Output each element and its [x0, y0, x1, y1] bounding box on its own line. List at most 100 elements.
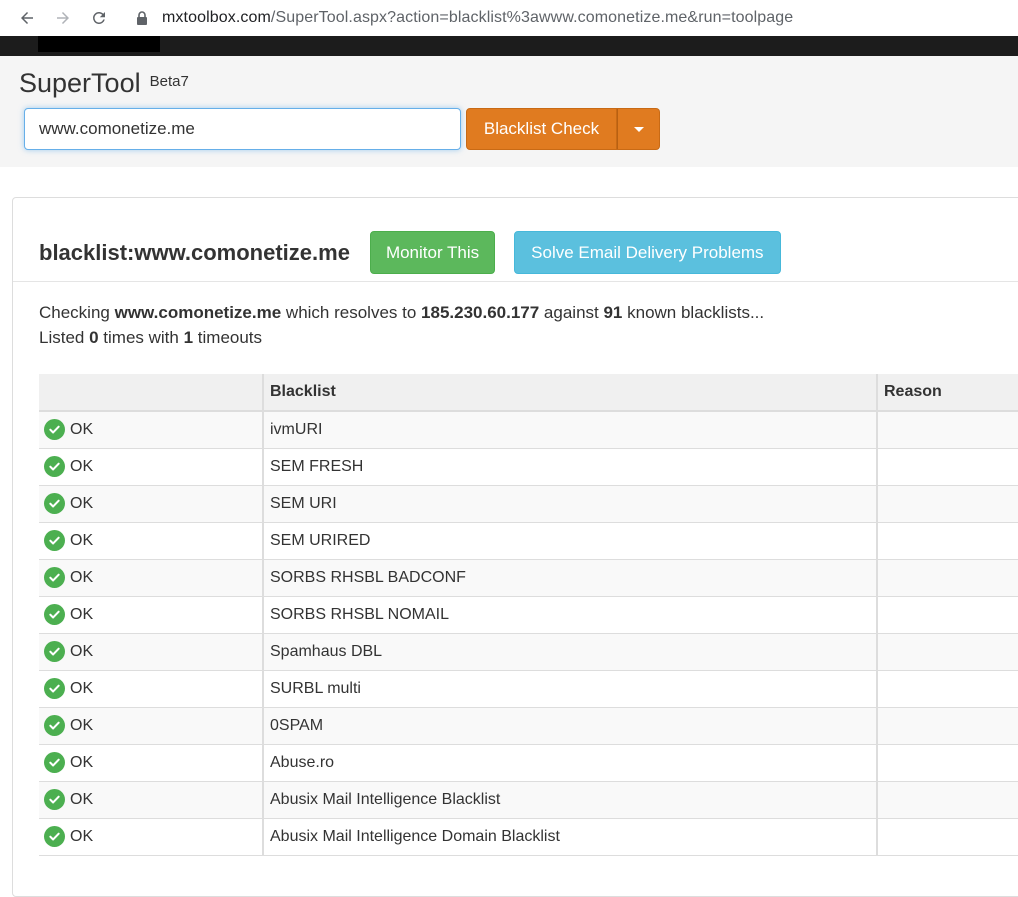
summary-line-1: Checking www.comonetize.me which resolve…: [39, 300, 1018, 325]
back-button[interactable]: [14, 5, 40, 31]
blacklist-name[interactable]: Spamhaus DBL: [263, 633, 878, 671]
blacklist-name[interactable]: SEM URIRED: [263, 522, 878, 560]
url-text: mxtoolbox.com/SuperTool.aspx?action=blac…: [162, 9, 793, 27]
check-circle-icon: [44, 789, 65, 810]
site-top-strip: [0, 36, 1018, 56]
summary-count: 91: [603, 303, 623, 322]
check-circle-icon: [44, 530, 65, 551]
browser-toolbar: mxtoolbox.com/SuperTool.aspx?action=blac…: [0, 0, 1018, 36]
arrow-right-icon: [57, 12, 69, 24]
status-ok: OK: [44, 530, 256, 551]
summary-text: Checking: [39, 303, 115, 322]
reload-icon: [93, 11, 105, 24]
summary-timeouts: 1: [183, 328, 194, 347]
status-cell: OK: [39, 559, 264, 597]
brand-beta: Beta7: [149, 73, 189, 90]
table-row: OK 0SPAM: [39, 707, 1018, 745]
check-circle-icon: [44, 567, 65, 588]
status-cell: OK: [39, 670, 264, 708]
status-label: OK: [70, 679, 94, 697]
check-circle-icon: [44, 419, 65, 441]
blacklist-name[interactable]: ivmURI: [263, 411, 878, 449]
reason-cell: [877, 633, 1018, 671]
status-label: OK: [70, 827, 94, 845]
table-row: OK ivmURI: [39, 411, 1018, 449]
blacklist-name[interactable]: SURBL multi: [263, 670, 878, 708]
status-ok: OK: [44, 715, 256, 736]
check-circle-icon: [44, 826, 65, 847]
status-ok: OK: [44, 826, 256, 847]
table-row: OK SORBS RHSBL NOMAIL: [39, 596, 1018, 634]
reason-cell: [877, 744, 1018, 782]
status-cell: OK: [39, 633, 264, 671]
table-row: OK SURBL multi: [39, 670, 1018, 708]
blacklist-name[interactable]: Abusix Mail Intelligence Domain Blacklis…: [263, 818, 878, 856]
status-cell: OK: [39, 818, 264, 856]
header-reason: Reason: [877, 374, 1018, 412]
status-ok: OK: [44, 604, 256, 625]
table-row: OK Abusix Mail Intelligence Domain Blackl…: [39, 818, 1018, 856]
blacklist-name[interactable]: Abuse.ro: [263, 744, 878, 782]
reason-cell: [877, 522, 1018, 560]
summary-text: Listed: [39, 328, 90, 347]
status-ok: OK: [44, 493, 256, 514]
check-circle-icon: [44, 752, 65, 773]
blacklist-check-button[interactable]: Blacklist Check: [466, 108, 617, 150]
status-label: OK: [70, 753, 94, 771]
action-button-group: Blacklist Check: [466, 108, 660, 150]
reload-button[interactable]: [86, 5, 112, 31]
reason-cell: [877, 485, 1018, 523]
lock-icon: [137, 11, 147, 25]
status-label: OK: [70, 531, 94, 549]
table-row: OK SORBS RHSBL BADCONF: [39, 559, 1018, 597]
result-title: blacklist:www.comonetize.me: [39, 239, 350, 265]
caret-down-icon: [633, 126, 644, 132]
header-status: [39, 374, 264, 412]
header-blacklist: Blacklist: [263, 374, 878, 412]
result-summary: Checking www.comonetize.me which resolve…: [13, 282, 1018, 350]
solve-email-delivery-button[interactable]: Solve Email Delivery Problems: [514, 231, 781, 274]
redacted-block: [38, 36, 160, 52]
blacklist-name[interactable]: SORBS RHSBL NOMAIL: [263, 596, 878, 634]
status-cell: OK: [39, 411, 264, 449]
summary-text: timeouts: [193, 328, 263, 347]
blacklist-name[interactable]: SEM FRESH: [263, 448, 878, 486]
status-cell: OK: [39, 522, 264, 560]
url-domain: mxtoolbox.com: [162, 9, 271, 26]
forward-button[interactable]: [50, 5, 76, 31]
status-ok: OK: [44, 789, 256, 810]
summary-host: www.comonetize.me: [114, 303, 282, 322]
summary-text: known blacklists...: [622, 303, 765, 322]
blacklist-name[interactable]: SORBS RHSBL BADCONF: [263, 559, 878, 597]
table-header-row: Blacklist Reason: [39, 374, 1018, 412]
supertool-header: SuperTool Beta7 Blacklist Check: [0, 56, 1018, 167]
result-header: blacklist:www.comonetize.me Monitor This…: [13, 198, 1018, 282]
brand: SuperTool Beta7: [19, 68, 1018, 99]
status-ok: OK: [44, 678, 256, 699]
result-panel: blacklist:www.comonetize.me Monitor This…: [12, 197, 1018, 897]
status-ok: OK: [44, 419, 256, 441]
search-input[interactable]: [24, 108, 461, 150]
summary-text: against: [539, 303, 604, 322]
check-circle-icon: [44, 678, 65, 699]
table-row: OK SEM FRESH: [39, 448, 1018, 486]
arrow-left-icon: [21, 12, 33, 24]
status-label: OK: [70, 457, 94, 475]
status-ok: OK: [44, 567, 256, 588]
blacklist-name[interactable]: 0SPAM: [263, 707, 878, 745]
status-label: OK: [70, 420, 94, 438]
blacklist-name[interactable]: Abusix Mail Intelligence Blacklist: [263, 781, 878, 819]
reason-cell: [877, 670, 1018, 708]
check-circle-icon: [44, 641, 65, 662]
address-bar[interactable]: mxtoolbox.com/SuperTool.aspx?action=blac…: [136, 9, 793, 27]
blacklist-name[interactable]: SEM URI: [263, 485, 878, 523]
check-circle-icon: [44, 715, 65, 736]
summary-ip: 185.230.60.177: [421, 303, 540, 322]
status-cell: OK: [39, 781, 264, 819]
monitor-this-button[interactable]: Monitor This: [369, 231, 496, 274]
check-circle-icon: [44, 604, 65, 625]
reason-cell: [877, 448, 1018, 486]
action-dropdown-button[interactable]: [617, 108, 660, 150]
summary-listed-count: 0: [89, 328, 99, 347]
table-row: OK SEM URIRED: [39, 522, 1018, 560]
